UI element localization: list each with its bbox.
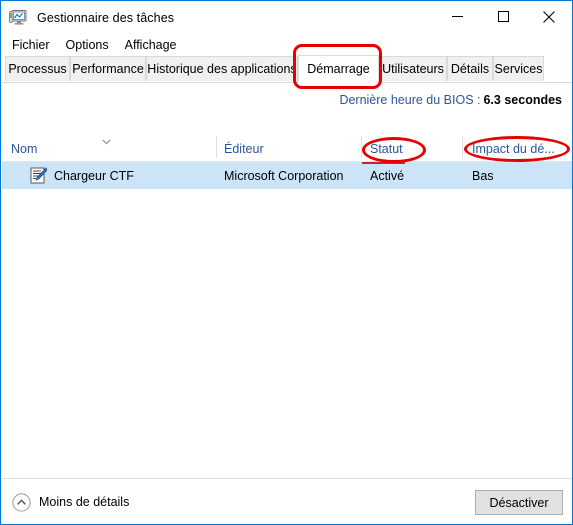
window-title: Gestionnaire des tâches bbox=[37, 10, 175, 25]
column-divider[interactable] bbox=[361, 136, 362, 158]
close-icon bbox=[543, 10, 555, 23]
tab-details[interactable]: Détails bbox=[447, 56, 493, 81]
column-header-impact[interactable]: Impact du dé... bbox=[472, 132, 555, 161]
column-header-nom[interactable]: Nom bbox=[11, 132, 37, 161]
menu-item-options[interactable]: Options bbox=[59, 36, 116, 54]
tab-utilisateurs[interactable]: Utilisateurs bbox=[379, 56, 447, 81]
menu-item-fichier[interactable]: Fichier bbox=[5, 36, 57, 54]
bios-value: 6.3 secondes bbox=[483, 93, 562, 107]
chevron-down-icon bbox=[102, 139, 111, 145]
tab-demarrage[interactable]: Démarrage bbox=[298, 55, 379, 83]
close-button[interactable] bbox=[526, 1, 572, 32]
cell-status: Activé bbox=[370, 168, 405, 183]
tab-strip: Processus Performance Historique des app… bbox=[2, 55, 571, 83]
tab-processus[interactable]: Processus bbox=[5, 56, 70, 81]
less-details-button[interactable]: Moins de détails bbox=[12, 490, 129, 514]
menu-item-affichage[interactable]: Affichage bbox=[118, 36, 184, 54]
task-manager-monitor-icon bbox=[9, 9, 29, 27]
minimize-icon bbox=[451, 16, 463, 17]
minimize-button[interactable] bbox=[434, 1, 480, 32]
table-row[interactable]: Chargeur CTF Microsoft Corporation Activ… bbox=[2, 162, 572, 189]
title-bar: Gestionnaire des tâches bbox=[1, 1, 572, 34]
maximize-button[interactable] bbox=[480, 1, 526, 32]
tab-strip-baseline bbox=[2, 82, 571, 83]
column-divider[interactable] bbox=[462, 136, 463, 158]
chevron-up-circle-icon bbox=[12, 492, 31, 512]
cell-publisher: Microsoft Corporation bbox=[224, 168, 344, 183]
menu-bar: Fichier Options Affichage bbox=[1, 34, 572, 55]
footer-bar: Moins de détails Désactiver bbox=[2, 478, 572, 524]
cell-name: Chargeur CTF bbox=[54, 168, 134, 183]
cell-impact: Bas bbox=[472, 168, 494, 183]
bios-last-time: Dernière heure du BIOS :6.3 secondes bbox=[339, 93, 562, 107]
table-header: Nom Éditeur Statut Impact du dé... bbox=[2, 132, 572, 162]
bios-label: Dernière heure du BIOS : bbox=[339, 93, 481, 107]
tab-historique-des-applications[interactable]: Historique des applications bbox=[146, 56, 298, 81]
startup-list: Chargeur CTF Microsoft Corporation Activ… bbox=[2, 162, 572, 479]
column-header-editeur[interactable]: Éditeur bbox=[224, 132, 264, 161]
disable-button[interactable]: Désactiver bbox=[475, 490, 563, 515]
column-divider[interactable] bbox=[216, 136, 217, 158]
window-controls bbox=[434, 1, 572, 32]
ctf-loader-notepad-pencil-icon bbox=[30, 167, 48, 184]
column-header-statut[interactable]: Statut bbox=[370, 132, 403, 161]
less-details-label: Moins de détails bbox=[39, 495, 130, 509]
maximize-icon bbox=[497, 11, 509, 22]
task-manager-window: Gestionnaire des tâches Fichier Options … bbox=[0, 0, 573, 525]
tab-performance[interactable]: Performance bbox=[70, 56, 146, 81]
tab-services[interactable]: Services bbox=[493, 56, 544, 81]
